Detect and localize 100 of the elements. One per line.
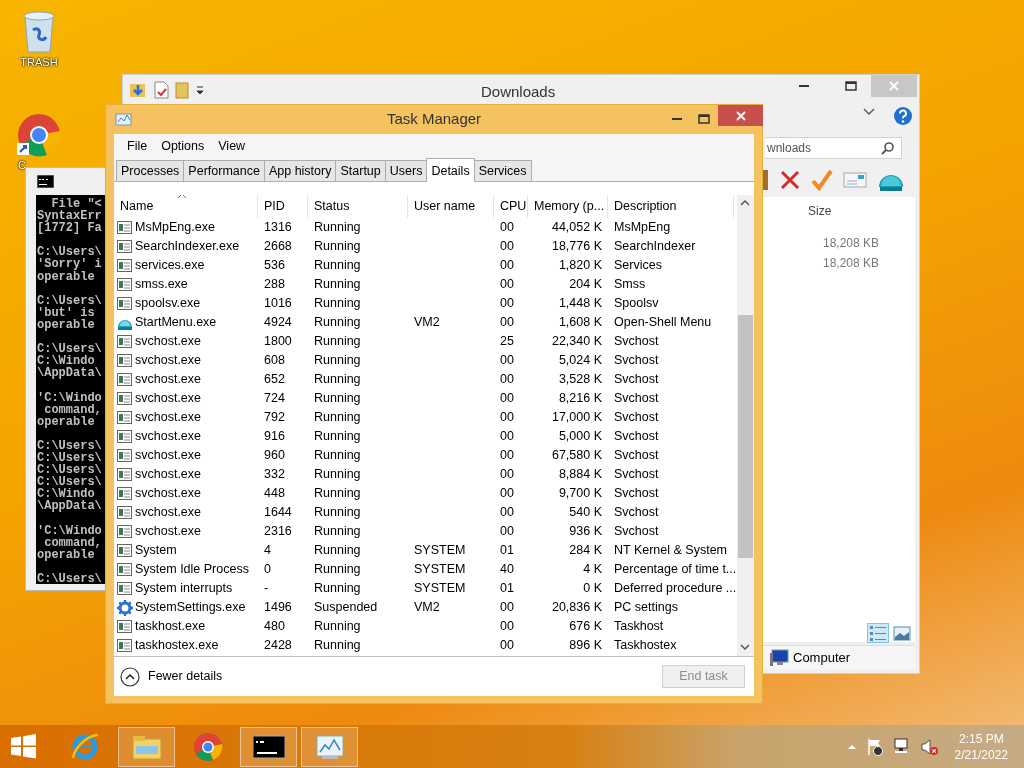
table-cell-text: Running — [313, 257, 362, 274]
table-cell-text: SearchIndexer — [613, 238, 697, 255]
program-icon — [117, 371, 133, 388]
table-cell-text: Running — [313, 466, 362, 483]
speaker-muted-icon[interactable] — [919, 737, 938, 756]
column-header[interactable]: Name — [114, 195, 258, 218]
table-cell-text: 536 — [263, 257, 286, 274]
console-line: C:\Users\ — [37, 439, 102, 452]
icon-label: C — [18, 158, 26, 173]
column-header[interactable]: CPU — [494, 195, 528, 218]
table-cell-text: 1800 — [263, 333, 293, 350]
picture-icon — [892, 623, 912, 643]
card-icon[interactable] — [843, 171, 867, 189]
table-cell-text: Svchost — [613, 485, 660, 502]
table-cell-text: 1,608 K — [557, 314, 603, 331]
scrollbar[interactable] — [737, 195, 754, 656]
process-name: svchost.exe — [135, 504, 201, 521]
help-icon[interactable] — [893, 106, 913, 126]
column-header[interactable]: User name — [408, 195, 494, 218]
table-cell-text: 8,216 K — [557, 390, 603, 407]
search-field[interactable]: wnloads — [765, 137, 902, 159]
table-cell-text: 2668 — [263, 238, 293, 255]
program-icon — [117, 276, 133, 293]
table-cell-text: SYSTEM — [413, 580, 467, 597]
scroll-down-icon[interactable] — [740, 644, 750, 651]
column-header[interactable]: Size — [808, 202, 832, 220]
download-folder-icon[interactable] — [129, 81, 147, 99]
table-cell-text: 1316 — [263, 219, 293, 236]
network-icon[interactable] — [892, 737, 911, 756]
taskbar-button[interactable] — [240, 726, 297, 767]
table-cell-text: 00 — [499, 637, 515, 654]
tab[interactable]: App history — [263, 160, 337, 181]
toolbar-icon[interactable] — [763, 168, 769, 192]
show-hidden-icon[interactable] — [846, 743, 857, 750]
column-header[interactable]: Status — [308, 195, 408, 218]
check-icon[interactable] — [811, 169, 833, 191]
console-line: C:\Users\ — [37, 476, 102, 489]
program-icon — [117, 485, 133, 502]
tab[interactable]: Performance — [183, 160, 265, 181]
table-cell-text: 4924 — [263, 314, 293, 331]
tab[interactable]: Startup — [335, 160, 386, 181]
windows-icon — [9, 734, 36, 759]
program-icon — [117, 219, 133, 236]
table-cell-text: Open-Shell Menu — [613, 314, 713, 331]
table-cell-text: 40 — [499, 561, 515, 578]
table-cell-text: 1,448 K — [557, 295, 603, 312]
table-cell-text: 2316 — [263, 523, 293, 540]
x-mark-icon[interactable] — [779, 169, 801, 191]
process-name: svchost.exe — [135, 352, 201, 369]
console-line: 'C:\Windo — [37, 391, 102, 404]
scroll-up-icon[interactable] — [740, 199, 750, 206]
table-cell-text: Running — [313, 447, 362, 464]
tab[interactable]: Services — [473, 160, 532, 181]
tab[interactable]: Details — [426, 158, 475, 182]
menu-item[interactable]: Options — [154, 136, 212, 156]
process-name: svchost.exe — [135, 371, 201, 388]
column-header[interactable]: Memory (p... — [528, 195, 608, 218]
details-view-button[interactable] — [867, 623, 889, 643]
table-cell-text: 332 — [263, 466, 286, 483]
console-line: \AppData\ — [37, 500, 102, 513]
column-header[interactable]: Description — [608, 195, 734, 218]
program-icon — [117, 447, 133, 464]
table-cell-text: 288 — [263, 276, 286, 293]
program-icon — [117, 390, 133, 407]
table-cell-text: PC settings — [613, 599, 679, 616]
chrome-icon[interactable] — [17, 113, 61, 157]
column-header[interactable]: PID — [258, 195, 308, 218]
table-cell-text: VM2 — [413, 599, 441, 616]
close-button[interactable] — [718, 105, 763, 126]
console-icon — [37, 174, 54, 188]
program-icon — [117, 542, 133, 559]
table-cell-text: Running — [313, 504, 362, 521]
chevron-icon[interactable] — [863, 107, 875, 117]
tab[interactable]: Users — [384, 160, 428, 181]
search-icon[interactable] — [881, 141, 895, 155]
program-icon — [117, 561, 133, 578]
tab[interactable]: Processes — [116, 160, 185, 181]
console-line: SyntaxErr — [37, 210, 102, 223]
table-cell-text: Running — [313, 390, 362, 407]
table-cell-text: 00 — [499, 314, 515, 331]
table-cell-text: 1,820 K — [557, 257, 603, 274]
preview-view-button[interactable] — [891, 623, 913, 643]
console-line: C:\Users\ — [37, 294, 102, 307]
document-check-icon[interactable] — [153, 81, 169, 99]
file-size: 18,208 KB — [823, 235, 880, 252]
monitor-icon — [313, 732, 346, 761]
program-icon — [117, 409, 133, 426]
menu-item[interactable]: File — [120, 136, 155, 156]
table-cell-text: 00 — [499, 257, 515, 274]
menu-item[interactable]: View — [211, 136, 253, 156]
table-cell-text: 3,528 K — [557, 371, 603, 388]
flag-icon[interactable] — [865, 737, 884, 756]
program-icon — [117, 257, 133, 274]
fewer-details-button[interactable]: Fewer details — [120, 666, 223, 687]
table-cell-text: Running — [313, 314, 362, 331]
table-cell-text: Smss — [613, 276, 647, 293]
table-cell-text: 4 K — [582, 561, 603, 578]
table-cell-text: 00 — [499, 390, 515, 407]
table-cell-text: 00 — [499, 428, 515, 445]
table-cell-text: Svchost — [613, 409, 660, 426]
